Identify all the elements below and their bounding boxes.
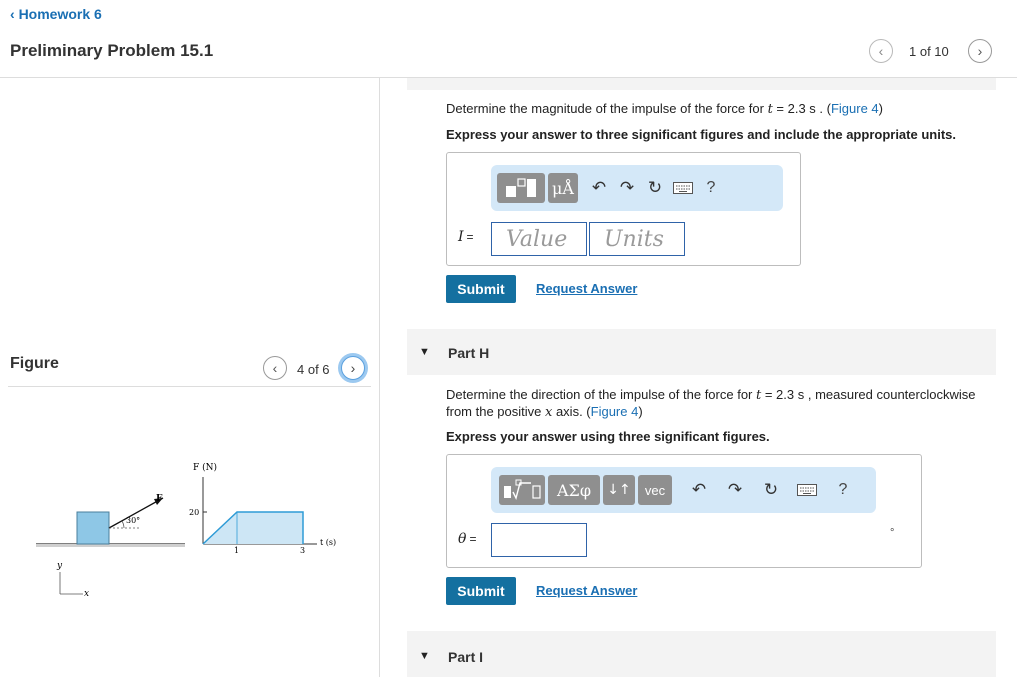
graph-area (203, 512, 303, 544)
next-figure-button[interactable]: › (341, 356, 365, 380)
part-g-request-answer-link[interactable]: Request Answer (536, 281, 637, 296)
caret-down-icon: ▼ (419, 650, 430, 662)
pane-divider (379, 78, 380, 677)
chevron-left-icon: ‹ (272, 360, 278, 376)
units-input[interactable]: Units (589, 222, 685, 256)
value-input[interactable]: Value (491, 222, 587, 256)
time-value: = 2.3 s . ( (772, 101, 831, 116)
part-g-variable: I = (458, 229, 474, 245)
part-g-instruction: Express your answer to three significant… (446, 127, 956, 142)
part-h-title: Part H (448, 345, 490, 361)
prompt-text: Determine the magnitude of the impulse o… (446, 101, 768, 116)
part-g-top-band (407, 78, 996, 90)
block (76, 511, 110, 545)
back-link-label: Homework 6 (18, 6, 102, 22)
time-value: = 2.3 s , measured counterclockwise (761, 387, 976, 402)
chevron-left-icon: ‹ (878, 43, 884, 59)
keyboard-icon[interactable] (669, 174, 697, 202)
graph-y-tick-label: 20 (189, 508, 199, 517)
templates-button[interactable] (497, 173, 545, 203)
graph-y-label: F (N) (193, 462, 217, 473)
part-h-variable: θ = (458, 531, 476, 547)
keyboard-icon[interactable] (793, 476, 821, 504)
figure-link[interactable]: Figure 4 (591, 404, 639, 419)
figure-heading: Figure (10, 355, 59, 372)
x-axis-label: x (84, 589, 89, 599)
variable-symbol: I (458, 229, 464, 245)
prompt-text: Determine the direction of the impulse o… (446, 387, 756, 402)
previous-figure-button[interactable]: ‹ (263, 356, 287, 380)
chevron-left-icon: ‹ (10, 6, 15, 22)
problem-pager-text: 1 of 10 (909, 44, 949, 59)
part-g-answer-box: μÅ ↶ ↷ ↻ ? I = Value Units (446, 152, 801, 266)
equals-sign: = (466, 230, 474, 244)
units-button[interactable]: μÅ (548, 173, 578, 203)
prompt-text-line2: from the positive (446, 404, 545, 419)
part-g-submit-button[interactable]: Submit (446, 275, 516, 303)
force-label: F (156, 494, 163, 504)
part-h-toolbar: ΑΣφ ↓↑ vec ↶ ↷ ↻ ? (491, 467, 876, 513)
prompt-close: ) (638, 404, 643, 419)
caret-down-icon: ▼ (419, 346, 430, 358)
variable-symbol: θ (458, 531, 467, 547)
part-h-submit-button[interactable]: Submit (446, 577, 516, 605)
part-i-title: Part I (448, 649, 484, 665)
prompt-text-axis: axis. ( (552, 404, 591, 419)
greek-symbols-button[interactable]: ΑΣφ (548, 475, 600, 505)
part-h-answer-box: ΑΣφ ↓↑ vec ↶ ↷ ↻ ? θ = ° (446, 454, 922, 568)
undo-icon[interactable]: ↶ (585, 174, 613, 202)
figure-link[interactable]: Figure 4 (831, 101, 879, 116)
page-title: Preliminary Problem 15.1 (10, 41, 214, 60)
redo-icon[interactable]: ↷ (721, 476, 749, 504)
ground-hatch (36, 544, 185, 547)
part-g-toolbar: μÅ ↶ ↷ ↻ ? (491, 165, 783, 211)
figure-pager-text: 4 of 6 (297, 362, 330, 377)
reset-icon[interactable]: ↻ (757, 476, 785, 504)
graph-x-tick-1: 1 (234, 546, 239, 555)
vector-button[interactable]: vec (638, 475, 672, 505)
back-to-homework-link[interactable]: ‹ Homework 6 (10, 6, 102, 22)
redo-icon[interactable]: ↷ (613, 174, 641, 202)
chevron-right-icon: › (350, 360, 356, 376)
degree-unit: ° (890, 527, 895, 539)
graph-x-label: t (s) (320, 538, 336, 547)
equals-sign: = (469, 532, 477, 546)
part-h-request-answer-link[interactable]: Request Answer (536, 583, 637, 598)
part-i-header[interactable]: ▼ Part I (407, 631, 996, 677)
figure-diagram: F 30° y x F (N) 20 1 3 t (s) (36, 462, 336, 599)
undo-icon[interactable]: ↶ (685, 476, 713, 504)
angle-arc (121, 520, 125, 529)
part-h-instruction: Express your answer using three signific… (446, 429, 770, 444)
chevron-right-icon: › (977, 43, 983, 59)
fraction-template-icon (506, 178, 536, 197)
part-h-header[interactable]: ▼ Part H (407, 329, 996, 375)
previous-problem-button[interactable]: ‹ (869, 39, 893, 63)
y-axis-label: y (56, 561, 63, 571)
figure-divider (8, 386, 371, 387)
graph-x-tick-3: 3 (300, 546, 305, 555)
templates-button[interactable] (499, 475, 545, 505)
angle-input[interactable] (491, 523, 587, 557)
help-icon[interactable]: ? (697, 174, 725, 202)
angle-label: 30° (126, 516, 140, 525)
part-g-prompt: Determine the magnitude of the impulse o… (446, 101, 883, 117)
help-icon[interactable]: ? (829, 476, 857, 504)
next-problem-button[interactable]: › (968, 39, 992, 63)
part-h-prompt: Determine the direction of the impulse o… (446, 387, 991, 421)
reset-icon[interactable]: ↻ (641, 174, 669, 202)
sqrt-template-icon (504, 479, 541, 500)
sub-superscript-button[interactable]: ↓↑ (603, 475, 635, 505)
prompt-close: ) (878, 101, 884, 116)
